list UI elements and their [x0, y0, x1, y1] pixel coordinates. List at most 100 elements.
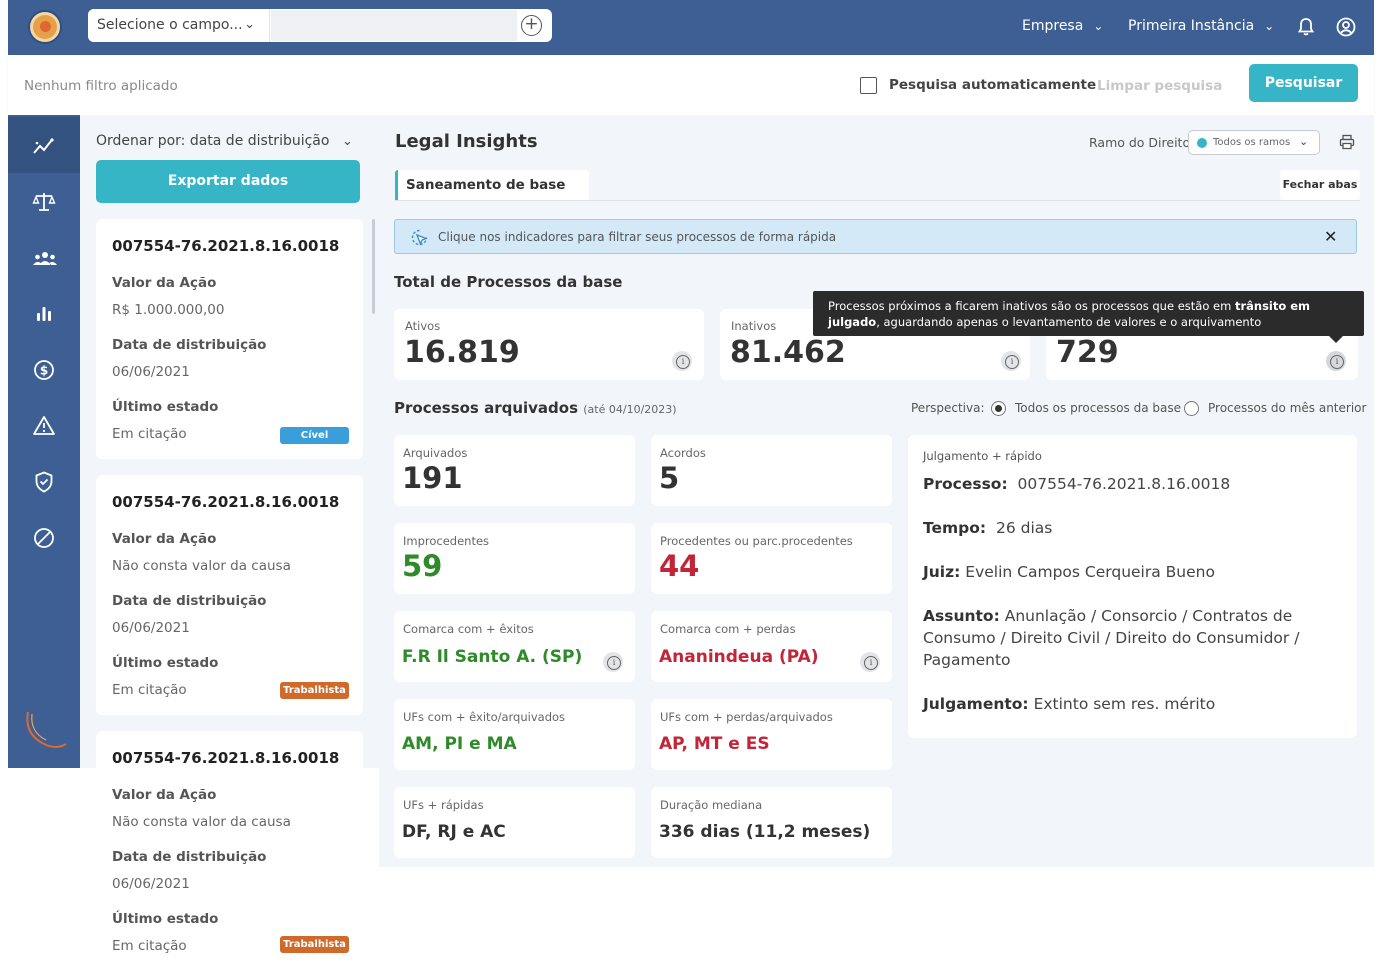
- close-tabs-button[interactable]: Fechar abas: [1280, 170, 1360, 200]
- chevron-down-icon[interactable]: ⌄: [342, 134, 353, 149]
- radio-all-label[interactable]: Todos os processos da base: [1015, 401, 1181, 415]
- auto-search-checkbox[interactable]: [860, 77, 877, 94]
- info-icon[interactable]: [860, 652, 880, 672]
- box-label: Improcedentes: [403, 534, 490, 548]
- process-card[interactable]: 007554-76.2021.8.16.0018 Valor da Ação N…: [96, 475, 363, 715]
- info-banner-text: Clique nos indicadores para filtrar seus…: [438, 230, 837, 244]
- box-label: Acordos: [660, 446, 706, 460]
- value-text: Não consta valor da causa: [112, 814, 291, 830]
- clear-search-button[interactable]: Limpar pesquisa: [1097, 78, 1222, 94]
- radio-previous-month[interactable]: [1184, 401, 1199, 416]
- box-arquivados[interactable]: Arquivados 191: [394, 435, 635, 506]
- chevron-down-icon: ⌄: [1264, 19, 1275, 33]
- value-text: R$ 1.000.000,00: [112, 302, 225, 318]
- sidebar: $: [8, 115, 80, 768]
- value-text: Não consta valor da causa: [112, 558, 291, 574]
- info-icon[interactable]: [1001, 351, 1021, 371]
- sidebar-item-insights[interactable]: [8, 117, 80, 173]
- sidebar-item-reports[interactable]: [8, 285, 80, 341]
- process-number: 007554-76.2021.8.16.0018: [112, 237, 340, 255]
- export-button[interactable]: Exportar dados: [96, 160, 360, 203]
- close-icon[interactable]: ✕: [1324, 227, 1337, 246]
- box-duracao-mediana[interactable]: Duração mediana 336 dias (11,2 meses): [651, 787, 892, 858]
- value-label: Valor da Ação: [112, 531, 217, 547]
- box-ufs-exito[interactable]: UFs com + êxito/arquivados AM, PI e MA: [394, 699, 635, 770]
- info-icon[interactable]: [672, 351, 692, 371]
- ramo-value: Todos os ramos: [1213, 137, 1291, 148]
- box-label: Comarca com + perdas: [660, 622, 796, 636]
- state-text: Em citação: [112, 426, 187, 442]
- sidebar-item-scales[interactable]: [8, 173, 80, 229]
- detail-subject-label: Assunto:: [923, 607, 1000, 625]
- box-value: Ananindeua (PA): [659, 647, 819, 667]
- box-improcedentes[interactable]: Improcedentes 59: [394, 523, 635, 594]
- bell-icon[interactable]: [1296, 17, 1316, 37]
- detail-judge-label: Juiz:: [923, 563, 961, 581]
- sidebar-item-alerts[interactable]: [8, 397, 80, 453]
- instance-menu[interactable]: Primeira Instância ⌄: [1128, 18, 1274, 34]
- box-value: 191: [402, 461, 463, 495]
- box-procedentes[interactable]: Procedentes ou parc.procedentes 44: [651, 523, 892, 594]
- value-label: Valor da Ação: [112, 787, 217, 803]
- box-label: UFs + rápidas: [403, 798, 484, 812]
- search-input[interactable]: [271, 10, 517, 41]
- archived-section-title: Processos arquivados (até 04/10/2023): [394, 399, 677, 417]
- auto-search-label[interactable]: Pesquisa automaticamente: [889, 77, 1096, 93]
- sidebar-item-compliance[interactable]: [8, 453, 80, 509]
- print-icon[interactable]: [1339, 134, 1355, 150]
- process-card[interactable]: 007554-76.2021.8.16.0018 Valor da Ação N…: [96, 731, 363, 971]
- box-comarca-exitos[interactable]: Comarca com + êxitos F.R Il Santo A. (SP…: [394, 611, 635, 682]
- box-value: 5: [659, 461, 680, 495]
- kpi-ativos[interactable]: Ativos 16.819: [394, 309, 704, 380]
- order-by-label[interactable]: Ordenar por: data de distribuição: [96, 133, 329, 149]
- field-select[interactable]: Selecione o campo... ⌄: [88, 9, 270, 42]
- info-icon[interactable]: [603, 652, 623, 672]
- box-value: 59: [402, 549, 443, 583]
- insights-icon: [33, 138, 54, 154]
- state-text: Em citação: [112, 682, 187, 698]
- box-ufs-perdas[interactable]: UFs com + perdas/arquivados AP, MT e ES: [651, 699, 892, 770]
- info-icon[interactable]: [1326, 351, 1346, 371]
- radio-previous-label[interactable]: Processos do mês anterior: [1208, 401, 1366, 415]
- process-card[interactable]: 007554-76.2021.8.16.0018 Valor da Ação R…: [96, 219, 363, 459]
- search-button[interactable]: Pesquisar: [1249, 64, 1358, 102]
- radio-all-processes[interactable]: [991, 401, 1006, 416]
- detail-process-value[interactable]: 007554-76.2021.8.16.0018: [1018, 475, 1231, 493]
- area-badge: Trabalhista: [280, 936, 349, 953]
- sidebar-item-finance[interactable]: $: [8, 341, 80, 397]
- field-select-label: Selecione o campo...: [97, 17, 243, 33]
- kpi-value: 81.462: [730, 335, 846, 370]
- ramo-select[interactable]: Todos os ramos ⌄: [1188, 130, 1320, 155]
- bar-chart-icon: [37, 307, 51, 321]
- perspective-label: Perspectiva:: [911, 401, 985, 415]
- state-text: Em citação: [112, 938, 187, 954]
- box-comarca-perdas[interactable]: Comarca com + perdas Ananindeua (PA): [651, 611, 892, 682]
- box-acordos[interactable]: Acordos 5: [651, 435, 892, 506]
- total-section-title: Total de Processos da base: [394, 273, 623, 291]
- company-menu[interactable]: Empresa ⌄: [1022, 18, 1103, 34]
- list-scrollbar[interactable]: [372, 219, 375, 314]
- svg-text:$: $: [40, 364, 48, 378]
- box-label: UFs com + êxito/arquivados: [403, 710, 566, 724]
- detail-time: Tempo: 26 dias: [923, 517, 1343, 539]
- area-badge: Cível: [280, 427, 349, 444]
- process-number: 007554-76.2021.8.16.0018: [112, 493, 340, 511]
- warning-icon: [33, 416, 55, 435]
- filter-bar: Nenhum filtro aplicado Pesquisa automati…: [8, 55, 1374, 115]
- user-icon[interactable]: [1336, 17, 1356, 37]
- add-filter-icon[interactable]: +: [521, 15, 542, 36]
- state-label: Último estado: [112, 655, 219, 671]
- tab-saneamento[interactable]: Saneamento de base: [395, 170, 589, 200]
- app-logo[interactable]: [30, 12, 60, 42]
- detail-judge-value: Evelin Campos Cerqueira Bueno: [965, 563, 1215, 581]
- date-label: Data de distribuição: [112, 337, 267, 353]
- kpi-label: Inativos: [731, 319, 777, 333]
- box-value: 336 dias (11,2 meses): [659, 822, 871, 842]
- sidebar-item-people[interactable]: [8, 229, 80, 285]
- detail-header: Julgamento + rápido: [923, 449, 1042, 463]
- company-menu-label: Empresa: [1022, 18, 1084, 34]
- box-ufs-rapidas[interactable]: UFs + rápidas DF, RJ e AC: [394, 787, 635, 858]
- tab-divider: [395, 200, 1360, 201]
- instance-menu-label: Primeira Instância: [1128, 18, 1255, 34]
- sidebar-item-blocked[interactable]: [8, 509, 80, 565]
